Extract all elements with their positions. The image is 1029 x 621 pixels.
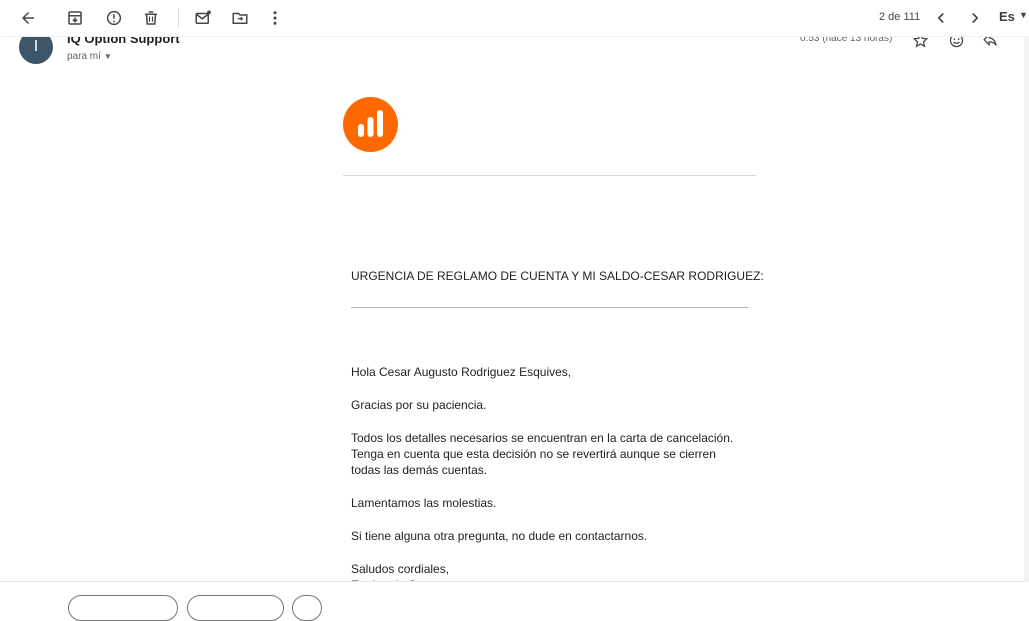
chevron-down-icon: ▼ xyxy=(1019,10,1028,20)
delete-icon[interactable] xyxy=(140,7,162,29)
chevron-down-icon[interactable]: ▼ xyxy=(104,52,112,61)
sender-name[interactable]: IQ Option Support xyxy=(67,36,180,46)
avatar[interactable]: I xyxy=(19,36,53,64)
email-subject-line: URGENCIA DE REGLAMO DE CUENTA Y MI SALDO… xyxy=(351,269,764,283)
body-paragraph: Si tiene alguna otra pregunta, no dude e… xyxy=(351,528,771,544)
emoji-reaction-button[interactable] xyxy=(292,595,322,621)
timestamp: 0:53 (hace 13 horas) xyxy=(800,36,892,44)
reply-button[interactable] xyxy=(68,595,178,621)
divider xyxy=(0,581,1029,582)
greeting: Hola Cesar Augusto Rodriguez Esquives, xyxy=(351,364,771,380)
email-toolbar: 2 de 111 Es ▼ xyxy=(0,0,1029,37)
move-to-icon[interactable] xyxy=(229,7,251,29)
reply-icon[interactable] xyxy=(980,36,1000,50)
forward-button[interactable] xyxy=(187,595,284,621)
body-paragraph: Lamentamos las molestias. xyxy=(351,495,771,511)
recipient-line[interactable]: para mí▼ xyxy=(67,51,112,62)
pager-count: 2 de 111 xyxy=(879,11,920,23)
more-vert-icon[interactable] xyxy=(264,7,286,29)
next-icon[interactable] xyxy=(964,7,986,29)
divider xyxy=(351,307,748,308)
back-arrow-icon[interactable] xyxy=(17,7,39,29)
language-selector[interactable]: Es xyxy=(999,9,1015,24)
scrollbar-track[interactable] xyxy=(1024,36,1029,581)
star-icon[interactable] xyxy=(910,36,930,50)
iq-option-logo xyxy=(343,97,398,152)
toolbar-divider xyxy=(178,8,179,28)
prev-icon[interactable] xyxy=(930,7,952,29)
body-paragraph: Gracias por su paciencia. xyxy=(351,397,771,413)
email-header: I IQ Option Support para mí▼ 0:53 (hace … xyxy=(0,36,1029,72)
emoji-icon[interactable] xyxy=(946,36,966,50)
body-paragraph: Todos los detalles necesarios se encuent… xyxy=(351,430,746,478)
recipient-label: para mí xyxy=(67,51,101,62)
mark-unread-icon[interactable] xyxy=(192,7,214,29)
report-spam-icon[interactable] xyxy=(103,7,125,29)
archive-icon[interactable] xyxy=(64,7,86,29)
closing: Saludos cordiales, xyxy=(351,561,771,577)
divider xyxy=(343,175,756,176)
